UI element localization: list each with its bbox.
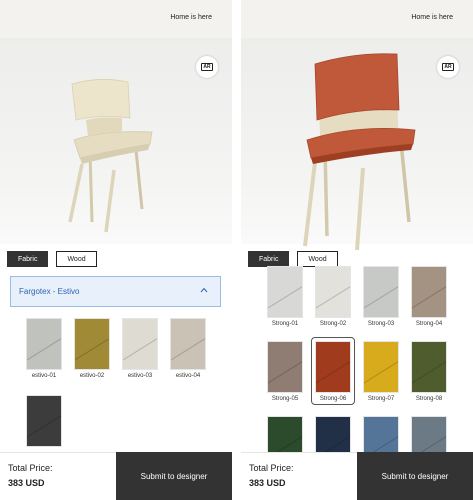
chair-model: [68, 79, 153, 233]
swatch-image: [315, 266, 351, 318]
swatch-Strong-03[interactable]: Strong-03: [363, 266, 399, 327]
tab-fabric[interactable]: Fabric: [7, 251, 49, 267]
swatch-item-5[interactable]: [26, 395, 62, 447]
swatch-Strong-05[interactable]: Strong-05: [267, 341, 303, 402]
top-bar: Home is here: [0, 0, 232, 38]
footer: Total Price: 383 USD Submit to designer: [241, 452, 473, 500]
swatch-label: Strong-01: [271, 321, 299, 327]
home-link[interactable]: Home is here: [170, 14, 212, 21]
home-link[interactable]: Home is here: [411, 14, 453, 21]
submit-to-designer-button[interactable]: Submit to designer: [116, 452, 232, 500]
swatch-image: [315, 341, 351, 393]
swatch-label: estivo-02: [79, 373, 105, 379]
swatch-image: [122, 318, 158, 370]
swatch-image: [267, 341, 303, 393]
swatch-Strong-01[interactable]: Strong-01: [267, 266, 303, 327]
swatch-image: [74, 318, 110, 370]
swatch-image: [411, 266, 447, 318]
total-price-label: Total Price:: [8, 463, 53, 473]
configurator-screen-right: Home is here AR Fabric Wood Strong-01 St…: [241, 0, 473, 500]
screens: Home is here AR Fabric Wood Fargotex - E…: [0, 0, 473, 500]
total-price-label: Total Price:: [249, 463, 294, 473]
chair-3d-viewer[interactable]: AR: [0, 38, 232, 244]
swatch-label: Strong-08: [415, 396, 443, 402]
ar-button[interactable]: AR: [437, 56, 459, 78]
swatch-label: estivo-03: [127, 373, 153, 379]
swatch-Strong-02[interactable]: Strong-02: [315, 266, 351, 327]
fabric-collection-accordion[interactable]: Fargotex - Estivo: [10, 276, 221, 307]
swatch-Strong-08[interactable]: Strong-08: [411, 341, 447, 402]
top-bar: Home is here: [241, 0, 473, 38]
swatch-image: [363, 341, 399, 393]
total-price-value: 383 USD: [8, 478, 45, 488]
material-tabs: Fabric Wood: [7, 251, 97, 267]
swatch-estivo-04[interactable]: estivo-04: [170, 318, 206, 379]
swatch-image: [363, 266, 399, 318]
swatch-estivo-02[interactable]: estivo-02: [74, 318, 110, 379]
swatch-image: [170, 318, 206, 370]
swatch-image: [26, 318, 62, 370]
swatch-label: estivo-04: [175, 373, 201, 379]
configurator-screen-left: Home is here AR Fabric Wood Fargotex - E…: [0, 0, 232, 500]
swatch-label: Strong-05: [271, 396, 299, 402]
tab-wood[interactable]: Wood: [56, 251, 97, 267]
swatch-image: [26, 395, 62, 447]
swatch-label: Strong-02: [319, 321, 347, 327]
swatch-Strong-07[interactable]: Strong-07: [363, 341, 399, 402]
chair-3d-viewer[interactable]: AR: [241, 38, 473, 250]
swatch-label: Strong-06: [319, 396, 347, 402]
accordion-title: Fargotex - Estivo: [19, 287, 80, 296]
swatch-estivo-01[interactable]: estivo-01: [26, 318, 62, 379]
divider: [232, 0, 241, 500]
chair-model: [303, 53, 416, 250]
swatch-Strong-06[interactable]: Strong-06: [311, 337, 355, 405]
footer: Total Price: 383 USD Submit to designer: [0, 452, 232, 500]
tab-fabric[interactable]: Fabric: [248, 251, 290, 267]
price-block: Total Price: 383 USD: [0, 452, 116, 500]
swatch-label: Strong-04: [415, 321, 443, 327]
ar-button[interactable]: AR: [196, 56, 218, 78]
submit-to-designer-button[interactable]: Submit to designer: [357, 452, 473, 500]
swatch-label: Strong-07: [367, 396, 395, 402]
swatch-label: Strong-03: [367, 321, 395, 327]
material-tabs: Fabric Wood: [248, 251, 338, 267]
swatch-Strong-04[interactable]: Strong-04: [411, 266, 447, 327]
swatch-image: [267, 266, 303, 318]
swatch-estivo-03[interactable]: estivo-03: [122, 318, 158, 379]
total-price-value: 383 USD: [249, 478, 286, 488]
tab-wood[interactable]: Wood: [297, 251, 338, 267]
swatch-label: estivo-01: [31, 373, 57, 379]
swatch-image: [411, 341, 447, 393]
chevron-up-icon: [200, 287, 208, 293]
ar-icon: AR: [201, 63, 213, 71]
price-block: Total Price: 383 USD: [241, 452, 357, 500]
ar-icon: AR: [442, 63, 454, 71]
